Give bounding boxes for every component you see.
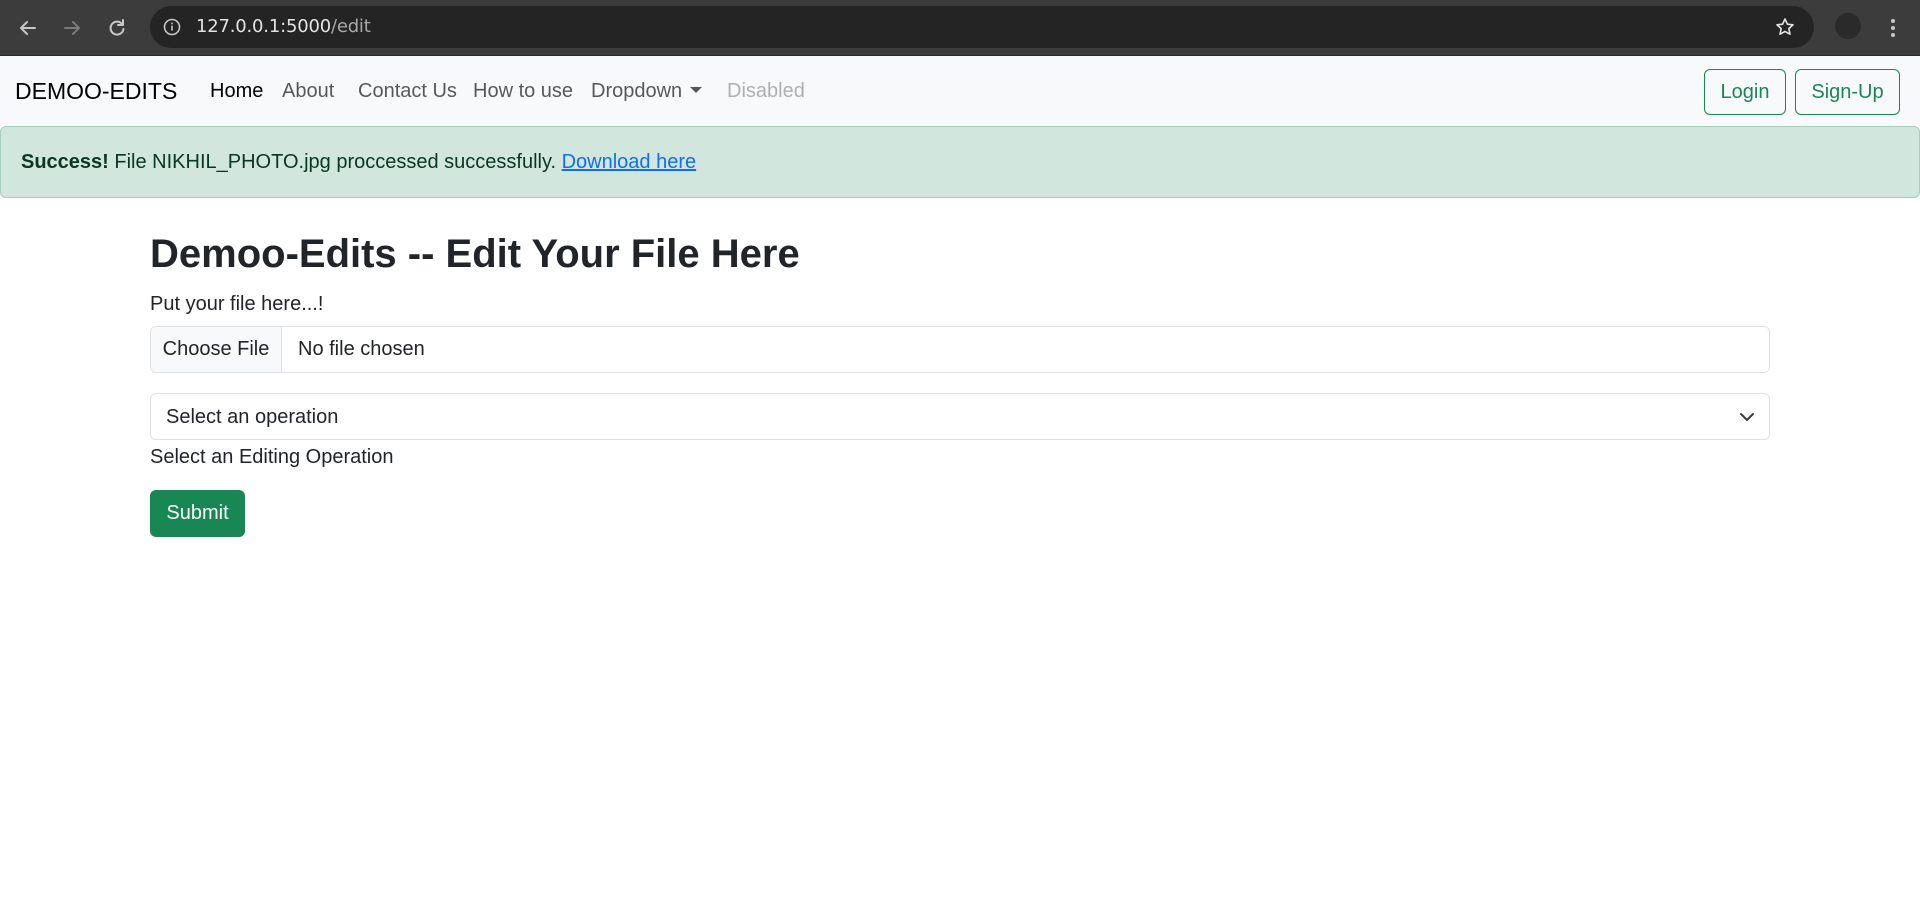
url-host: 127.0.0.1:5000 — [196, 16, 331, 37]
navbar: DEMOO-EDITS Home About Contact Us How to… — [0, 56, 1920, 126]
nav-dropdown-label: Dropdown — [591, 80, 683, 102]
login-button[interactable]: Login — [1704, 69, 1786, 115]
file-input-label: Put your file here...! — [150, 293, 324, 315]
address-bar[interactable]: 127.0.0.1:5000/edit — [150, 6, 1814, 48]
site-info-icon[interactable] — [162, 17, 182, 37]
download-link[interactable]: Download here — [562, 151, 697, 173]
alert-strong: Success! — [21, 151, 109, 173]
success-alert: Success! File NIKHIL_PHOTO.jpg proccesse… — [0, 126, 1920, 198]
alert-message: File NIKHIL_PHOTO.jpg proccessed success… — [108, 151, 562, 173]
star-icon[interactable] — [1774, 16, 1796, 38]
file-status: No file chosen — [298, 338, 425, 360]
kebab-menu-icon[interactable] — [1880, 14, 1906, 42]
operation-select[interactable]: Select an operation — [150, 393, 1770, 440]
nav-dropdown[interactable]: Dropdown — [591, 56, 703, 126]
select-help-text: Select an Editing Operation — [150, 446, 394, 468]
navbar-brand[interactable]: DEMOO-EDITS — [15, 56, 177, 126]
nav-link-about[interactable]: About — [282, 56, 334, 126]
nav-link-how-to-use[interactable]: How to use — [473, 56, 573, 126]
url-text[interactable]: 127.0.0.1:5000/edit — [196, 6, 371, 48]
forward-icon[interactable] — [58, 14, 86, 42]
nav-link-contact-us[interactable]: Contact Us — [358, 56, 457, 126]
page-title: Demoo-Edits -- Edit Your File Here — [150, 232, 800, 276]
signup-button[interactable]: Sign-Up — [1795, 69, 1900, 115]
caret-down-icon — [690, 87, 703, 94]
back-icon[interactable] — [14, 14, 42, 42]
url-path: /edit — [330, 16, 371, 37]
nav-link-home[interactable]: Home — [210, 56, 263, 126]
operation-select-value: Select an operation — [166, 406, 339, 428]
choose-file-button[interactable]: Choose File — [151, 327, 282, 372]
browser-toolbar: 127.0.0.1:5000/edit — [0, 0, 1920, 56]
file-input[interactable]: Choose File No file chosen — [150, 326, 1770, 373]
submit-button[interactable]: Submit — [150, 490, 245, 537]
reload-icon[interactable] — [103, 14, 131, 42]
nav-link-disabled: Disabled — [727, 80, 805, 102]
profile-icon[interactable] — [1835, 13, 1861, 39]
chevron-down-icon — [1740, 413, 1754, 421]
